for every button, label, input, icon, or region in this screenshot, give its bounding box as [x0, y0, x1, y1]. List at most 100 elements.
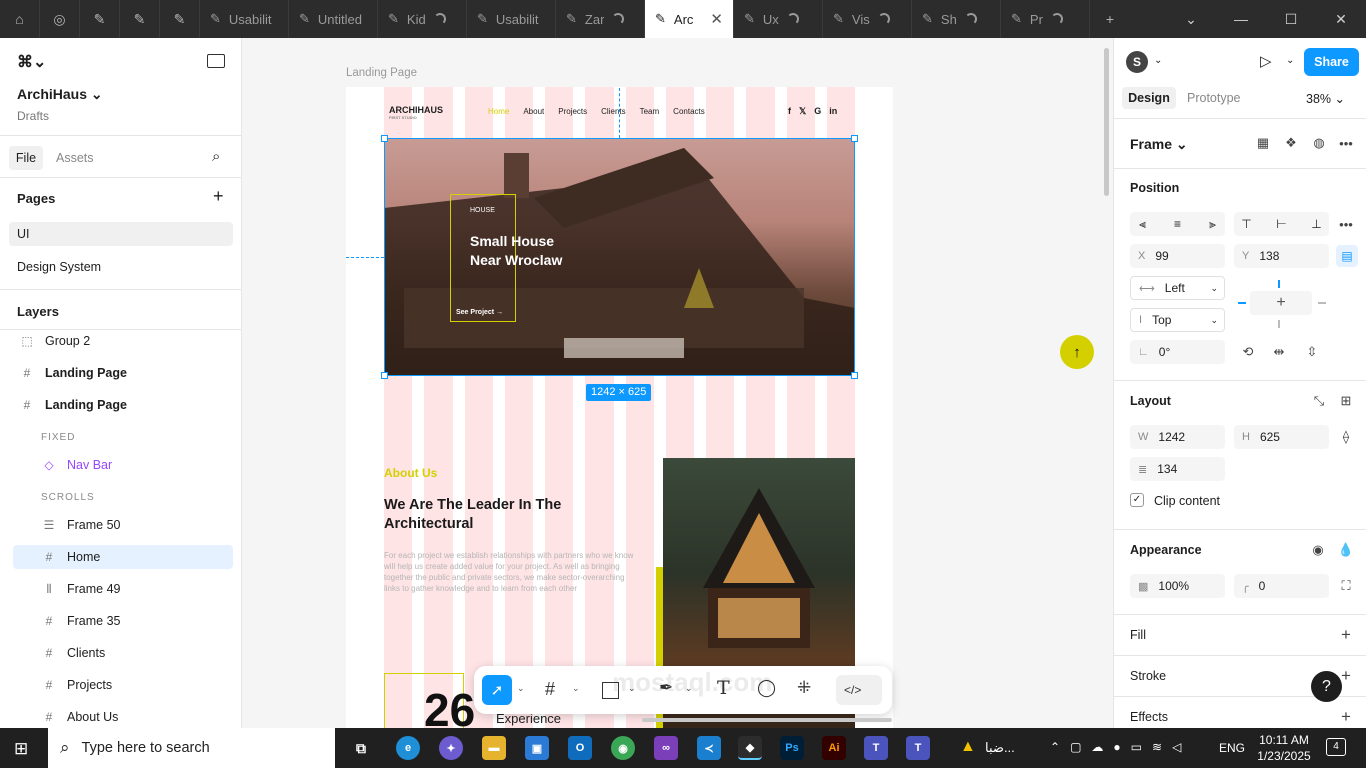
close-window-icon[interactable]: ✕: [1316, 0, 1366, 38]
eye-icon[interactable]: ◉: [1308, 540, 1328, 560]
align-middle-icon[interactable]: ⊢: [1276, 217, 1286, 231]
maximize-icon[interactable]: ☐: [1266, 0, 1316, 38]
tray-text[interactable]: ضبا...: [985, 740, 1015, 756]
corner-radius-field[interactable]: ╭ 0: [1234, 574, 1329, 598]
volume-icon[interactable]: ◁: [1172, 740, 1181, 754]
align-left-icon[interactable]: ⫷: [1139, 217, 1146, 232]
chevron-down-icon[interactable]: ⌄: [1154, 55, 1162, 66]
copilot-icon[interactable]: ✦: [439, 736, 463, 760]
search-icon[interactable]: ⌕: [212, 148, 220, 165]
landing-page-frame[interactable]: ARCHIHAUS FIRST STUDIO Home About Projects…: [346, 87, 893, 728]
present-icon[interactable]: ▷: [1260, 52, 1272, 70]
wifi-icon[interactable]: ≋: [1152, 740, 1162, 754]
chevron-down-icon[interactable]: ⌄: [517, 683, 525, 694]
site-nav-link[interactable]: About: [523, 107, 544, 116]
add-effect-icon[interactable]: +: [1336, 707, 1356, 727]
facebook-icon[interactable]: f: [788, 106, 791, 117]
more-align-icon[interactable]: •••: [1336, 214, 1356, 234]
file-tab-3[interactable]: ✎: [160, 0, 200, 38]
close-tab-icon[interactable]: ✕: [710, 10, 723, 28]
constraint-widget[interactable]: +: [1238, 278, 1326, 330]
rotate-icon[interactable]: ⟲: [1238, 342, 1258, 362]
file-explorer-icon[interactable]: ▬: [482, 736, 506, 760]
x-field[interactable]: X 99: [1130, 244, 1225, 268]
layer-item[interactable]: # Home: [13, 545, 233, 569]
outlook-icon[interactable]: O: [568, 736, 592, 760]
horizontal-scrollbar[interactable]: [642, 718, 892, 722]
site-nav-link[interactable]: Clients: [601, 107, 625, 116]
collapse-icon[interactable]: ⤡: [1309, 391, 1329, 411]
main-menu-icon[interactable]: ⌘⌄: [17, 52, 46, 72]
page-item-ui[interactable]: UI: [9, 222, 233, 246]
layer-item[interactable]: # Frame 35: [13, 609, 233, 633]
horizontal-constraint-select[interactable]: ⟷ Left ⌄: [1130, 276, 1225, 300]
layer-item[interactable]: ⬚ Group 2: [13, 329, 233, 353]
add-fill-icon[interactable]: +: [1336, 625, 1356, 645]
file-tab[interactable]: ✎ Kid: [378, 0, 467, 38]
chrome-icon[interactable]: ◉: [611, 736, 635, 760]
frame-type-select[interactable]: Frame ⌄: [1130, 136, 1188, 153]
canvas[interactable]: Landing Page ARCHIHAUS FIRST STUDIO Home…: [242, 38, 1113, 728]
layer-item[interactable]: ☰ Frame 50: [13, 513, 233, 537]
clip-content-checkbox[interactable]: ✓: [1130, 493, 1144, 507]
photoshop-icon[interactable]: Ps: [780, 736, 804, 760]
height-field[interactable]: H 625: [1234, 425, 1329, 449]
zoom-level[interactable]: 38% ⌄: [1306, 91, 1345, 106]
language-indicator[interactable]: ENG: [1219, 741, 1245, 755]
visual-studio-icon[interactable]: ∞: [654, 736, 678, 760]
vertical-constraint-select[interactable]: I Top ⌄: [1130, 308, 1225, 332]
resize-handle[interactable]: [381, 372, 388, 379]
mic-icon[interactable]: ●: [1113, 740, 1120, 754]
teams-icon[interactable]: T: [864, 736, 888, 760]
flip-horizontal-icon[interactable]: ⇹: [1269, 342, 1289, 362]
actions-tool-icon[interactable]: ⁜: [797, 678, 811, 698]
independent-corners-icon[interactable]: ⛶: [1336, 576, 1356, 596]
vertical-scrollbar[interactable]: [1104, 48, 1109, 196]
align-center-icon[interactable]: ≡: [1174, 217, 1181, 231]
site-nav-link[interactable]: Team: [640, 107, 660, 116]
gap-field[interactable]: ≣ 134: [1130, 457, 1225, 481]
share-button[interactable]: Share: [1304, 48, 1359, 76]
task-view-icon[interactable]: ⧉: [349, 736, 373, 760]
align-right-icon[interactable]: ⫸: [1209, 217, 1216, 232]
new-tab-icon[interactable]: +: [1090, 0, 1130, 38]
tabs-dropdown-icon[interactable]: ⌄: [1166, 0, 1216, 38]
vscode-icon[interactable]: ≺: [697, 736, 721, 760]
grid-icon[interactable]: ▦: [1253, 133, 1273, 153]
store-icon[interactable]: ▣: [525, 736, 549, 760]
file-tab[interactable]: ✎ Arc ✕: [645, 0, 734, 38]
minimize-icon[interactable]: —: [1216, 0, 1266, 38]
add-page-icon[interactable]: +: [213, 186, 224, 207]
frame-tool-icon[interactable]: #: [545, 679, 555, 700]
page-item-design-system[interactable]: Design System: [17, 260, 101, 274]
tab-file[interactable]: File: [9, 146, 43, 170]
help-button[interactable]: ?: [1311, 671, 1342, 702]
frame-label[interactable]: Landing Page: [346, 67, 417, 79]
project-name[interactable]: ArchiHaus ⌄: [17, 86, 103, 103]
align-bottom-icon[interactable]: ⊥: [1311, 217, 1321, 231]
file-tab-1[interactable]: ✎: [80, 0, 120, 38]
file-tab[interactable]: ✎ Usabilit: [467, 0, 556, 38]
chevron-down-icon[interactable]: ⌄: [1286, 55, 1294, 66]
auto-layout-icon[interactable]: ⊞: [1336, 391, 1356, 411]
flip-vertical-icon[interactable]: ⇳: [1302, 342, 1322, 362]
clock[interactable]: 10:11 AM 1/23/2025: [1256, 732, 1312, 764]
layer-item[interactable]: # Clients: [13, 641, 233, 665]
layer-item[interactable]: # About Us: [13, 705, 233, 729]
more-icon[interactable]: •••: [1336, 133, 1356, 153]
opacity-field[interactable]: ▩ 100%: [1130, 574, 1225, 598]
weather-icon[interactable]: ▲: [960, 738, 976, 756]
file-tab-2[interactable]: ✎: [120, 0, 160, 38]
move-tool-icon[interactable]: ➚: [482, 675, 512, 705]
layer-item[interactable]: ⫴ Frame 49: [13, 577, 233, 601]
figma-taskbar-icon[interactable]: ◆: [738, 736, 762, 760]
resize-handle[interactable]: [851, 135, 858, 142]
site-nav-link[interactable]: Home: [488, 107, 509, 116]
layer-item[interactable]: # Landing Page: [13, 361, 233, 385]
file-tab[interactable]: ✎ Vis: [823, 0, 912, 38]
file-tab[interactable]: ✎ Sh: [912, 0, 1001, 38]
file-tab[interactable]: ✎ Pr: [1001, 0, 1090, 38]
y-field[interactable]: Y 138: [1234, 244, 1329, 268]
teams-classic-icon[interactable]: T: [906, 736, 930, 760]
sidebar-toggle-icon[interactable]: [207, 54, 225, 68]
